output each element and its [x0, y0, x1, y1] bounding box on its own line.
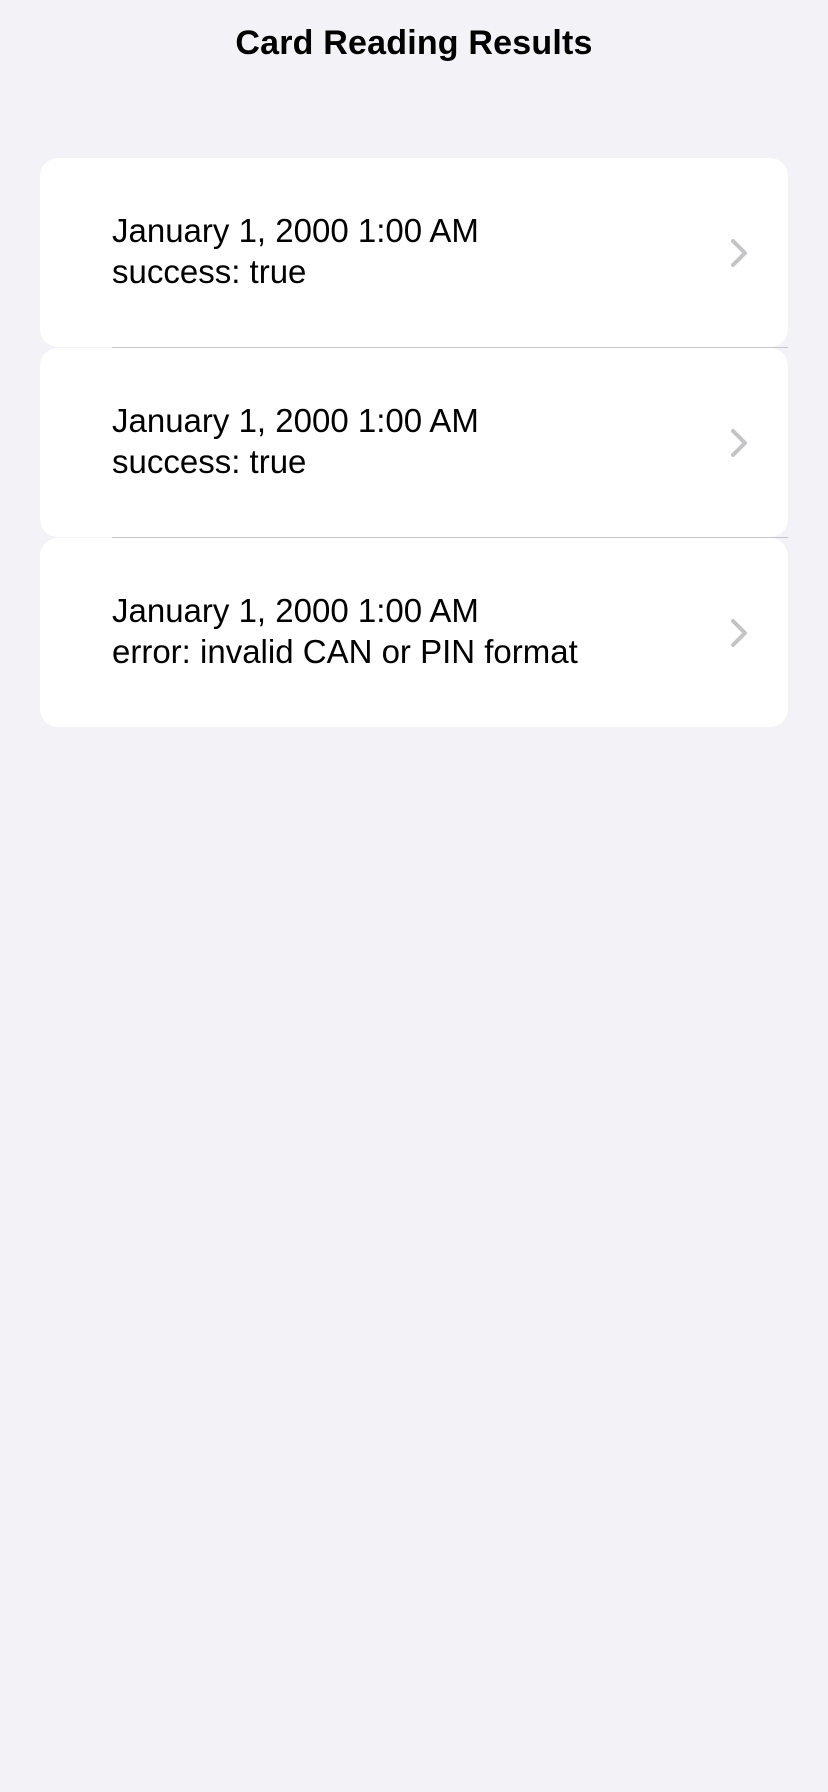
result-text: January 1, 2000 1:00 AM success: true: [112, 210, 479, 292]
page-title: Card Reading Results: [235, 24, 593, 62]
result-status: success: true: [112, 443, 307, 480]
result-row-2[interactable]: January 1, 2000 1:00 AM success: true: [40, 348, 788, 537]
results-list: January 1, 2000 1:00 AM success: true Ja…: [40, 158, 788, 727]
result-text: January 1, 2000 1:00 AM error: invalid C…: [112, 590, 578, 672]
result-timestamp: January 1, 2000 1:00 AM: [112, 402, 479, 439]
result-row-3[interactable]: January 1, 2000 1:00 AM error: invalid C…: [40, 538, 788, 727]
result-status: error: invalid CAN or PIN format: [112, 633, 578, 670]
result-row-1[interactable]: January 1, 2000 1:00 AM success: true: [40, 158, 788, 347]
chevron-right-icon: [731, 619, 747, 647]
result-timestamp: January 1, 2000 1:00 AM: [112, 592, 479, 629]
result-timestamp: January 1, 2000 1:00 AM: [112, 212, 479, 249]
chevron-right-icon: [731, 239, 747, 267]
result-status: success: true: [112, 253, 307, 290]
navigation-bar: Card Reading Results: [0, 0, 828, 100]
chevron-right-icon: [731, 429, 747, 457]
result-text: January 1, 2000 1:00 AM success: true: [112, 400, 479, 482]
